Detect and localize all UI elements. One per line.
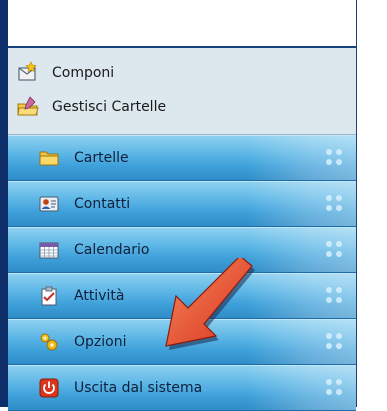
- grip-icon: [326, 287, 344, 305]
- content-edge: [357, 0, 387, 407]
- menu-label: Attività: [74, 288, 125, 304]
- grip-icon: [326, 379, 344, 397]
- logout-icon: [39, 378, 59, 398]
- calendar-icon: [39, 242, 59, 259]
- compose-label: Componi: [52, 65, 115, 81]
- quick-actions-panel: Componi Gestisci Cartelle: [8, 48, 356, 135]
- sidebar-left-edge: [0, 0, 8, 407]
- contacts-icon: [39, 196, 59, 212]
- manage-folders-link[interactable]: Gestisci Cartelle: [16, 94, 166, 120]
- compose-link[interactable]: Componi: [16, 60, 114, 86]
- menu-label: Opzioni: [74, 334, 127, 350]
- menu-item-contatti[interactable]: Contatti: [8, 181, 356, 227]
- tasks-icon: [41, 286, 57, 306]
- compose-icon: [18, 61, 37, 81]
- menu-label: Cartelle: [74, 150, 129, 166]
- menu-label: Contatti: [74, 196, 131, 212]
- sidebar-top-area: [8, 0, 356, 46]
- grip-icon: [326, 195, 344, 213]
- mail-sidebar: Componi Gestisci Cartelle Cartelle Conta…: [0, 0, 387, 411]
- grip-icon: [326, 149, 344, 167]
- options-icon: [40, 333, 58, 351]
- menu-item-cartelle[interactable]: Cartelle: [8, 135, 356, 181]
- grip-icon: [326, 333, 344, 351]
- menu-label: Calendario: [74, 242, 150, 258]
- pointer-arrow-icon: [165, 258, 255, 350]
- manage-folders-icon: [17, 96, 39, 116]
- grip-icon: [326, 241, 344, 259]
- folder-icon: [39, 151, 59, 166]
- menu-item-uscita[interactable]: Uscita dal sistema: [8, 365, 356, 411]
- menu-label: Uscita dal sistema: [74, 380, 203, 396]
- manage-folders-label: Gestisci Cartelle: [52, 99, 167, 115]
